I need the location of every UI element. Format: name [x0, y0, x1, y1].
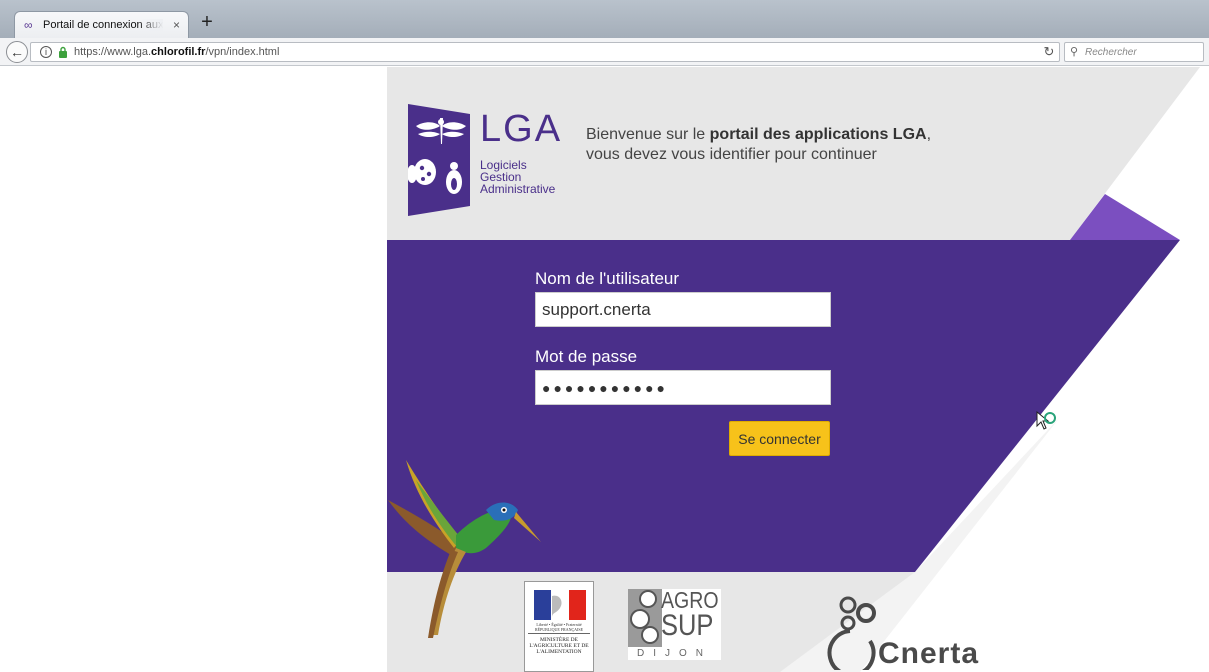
url-text: https://www.lga.chlorofil.fr/vpn/index.h…	[74, 46, 280, 58]
browser-nav-bar: ← i https://www.lga.chlorofil.fr/vpn/ind…	[0, 38, 1209, 66]
address-bar[interactable]: i https://www.lga.chlorofil.fr/vpn/index…	[30, 42, 1060, 62]
close-tab-icon[interactable]: ×	[173, 18, 180, 32]
browser-tab[interactable]: ∞ Portail de connexion aux applications …	[14, 11, 189, 38]
search-icon: ⚲	[1070, 46, 1079, 58]
logo-title: LGA	[480, 108, 563, 150]
login-button[interactable]: Se connecter	[729, 421, 830, 456]
hummingbird-icon	[388, 460, 541, 638]
lga-logo-icon	[408, 104, 470, 216]
lock-icon	[59, 46, 67, 58]
cnerta-text: Cnerta	[878, 637, 980, 670]
password-label: Mot de passe	[535, 347, 638, 366]
lga-logo-text: LGA Logiciels Gestion Administrative	[480, 109, 562, 195]
mouse-cursor-icon	[1036, 411, 1056, 430]
ministere-logo: Liberté • Égalité • Fraternité RÉPUBLIQU…	[524, 581, 594, 672]
favicon-icon: ∞	[24, 18, 33, 32]
browser-tab-bar: ∞ Portail de connexion aux applications …	[0, 0, 1209, 38]
username-label: Nom de l'utilisateur	[535, 269, 680, 288]
welcome-message: Bienvenue sur le portail des application…	[586, 126, 932, 163]
marianne-flag-icon	[534, 590, 586, 620]
search-input[interactable]: ⚲ Rechercher	[1064, 42, 1204, 62]
password-field[interactable]	[535, 370, 831, 405]
agrosup-emblem-icon	[628, 589, 662, 647]
info-icon[interactable]: i	[40, 46, 52, 58]
cnerta-logo-icon	[827, 596, 876, 670]
username-field[interactable]	[535, 292, 831, 327]
agrosup-logo: AGRO SUP DIJON	[628, 589, 721, 660]
new-tab-button[interactable]: +	[196, 12, 218, 34]
logo-line-3: Administrative	[480, 182, 556, 196]
tab-title: Portail de connexion aux applications	[43, 19, 163, 31]
reload-icon[interactable]: ↻	[1040, 42, 1058, 62]
page: LGA Logiciels Gestion Administrative Bie…	[0, 67, 1209, 672]
back-button[interactable]: ←	[6, 41, 28, 63]
